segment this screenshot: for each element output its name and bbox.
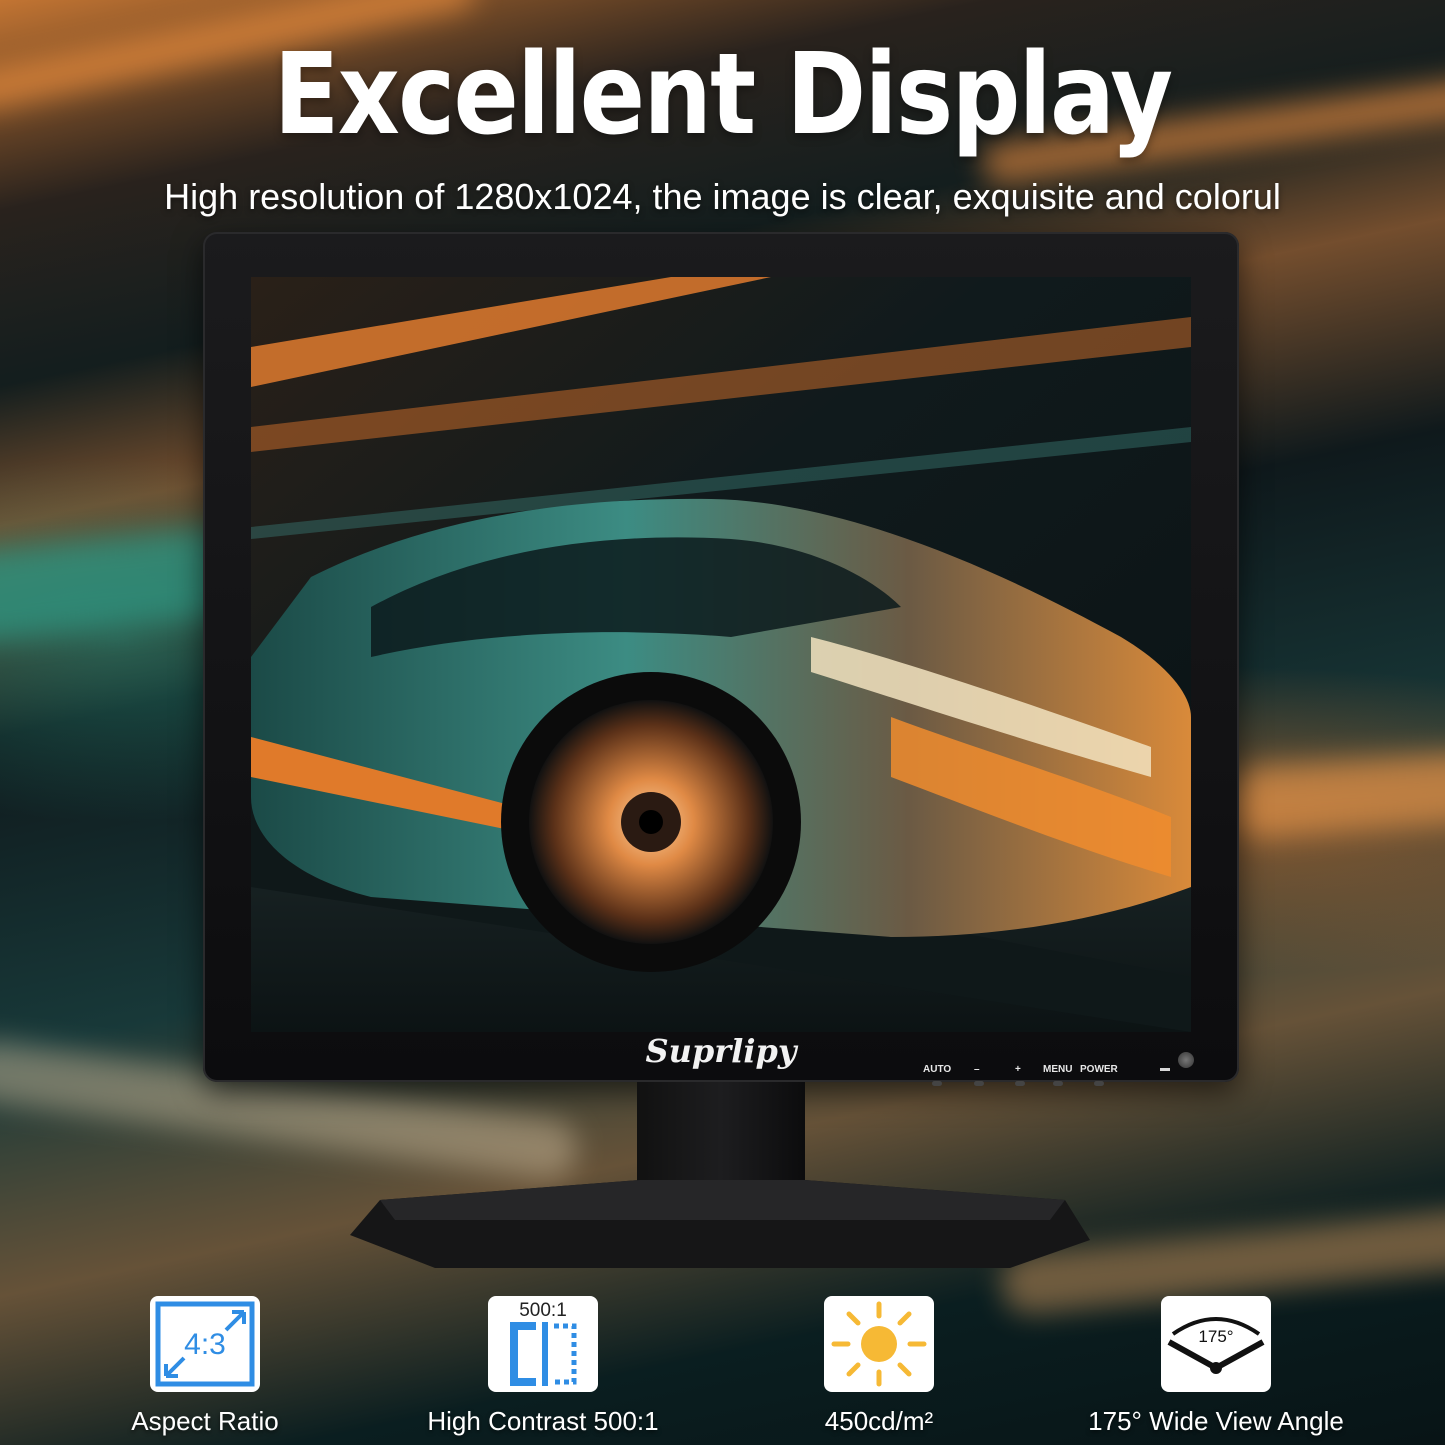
minus-button-label: – <box>974 1064 980 1075</box>
page-title: Excellent Display <box>273 30 1173 160</box>
power-button[interactable]: POWER <box>1080 1064 1118 1086</box>
brightness-sun-icon <box>824 1296 934 1392</box>
feature-view-angle: 175° 175° Wide View Angle <box>1056 1296 1376 1437</box>
minus-button[interactable]: – <box>974 1064 984 1086</box>
aspect-ratio-icon-text: 4:3 <box>184 1328 226 1361</box>
feature-label: 175° Wide View Angle <box>1088 1406 1344 1436</box>
feature-high-contrast: 500:1 High Contrast 500:1 <box>383 1296 703 1437</box>
feature-label: High Contrast 500:1 <box>427 1406 659 1436</box>
view-angle-icon-text: 175° <box>1198 1327 1233 1346</box>
page-subtitle: High resolution of 1280x1024, the image … <box>164 176 1281 217</box>
feature-aspect-ratio: 4:3 Aspect Ratio <box>45 1296 365 1437</box>
sports-car-illustration <box>251 277 1191 1032</box>
menu-button[interactable]: MENU <box>1043 1064 1072 1086</box>
menu-button-label: MENU <box>1043 1064 1073 1075</box>
feature-label: Aspect Ratio <box>131 1406 279 1436</box>
power-indicator-dash <box>1160 1068 1170 1071</box>
feature-label: 450cd/m² <box>824 1406 934 1436</box>
contrast-icon: 500:1 <box>488 1296 598 1392</box>
monitor-stand-base <box>350 1180 1090 1268</box>
plus-button-label: + <box>1015 1064 1021 1075</box>
feature-brightness: 450cd/m² <box>719 1296 1039 1437</box>
plus-button[interactable]: + <box>1015 1064 1025 1086</box>
contrast-icon-text: 500:1 <box>519 1300 567 1321</box>
auto-button-label: AUTO <box>923 1064 952 1075</box>
auto-button[interactable]: AUTO <box>923 1064 951 1086</box>
aspect-ratio-icon: 4:3 <box>150 1296 260 1392</box>
screen-image-sports-car <box>251 277 1191 1032</box>
view-angle-icon: 175° <box>1161 1296 1271 1392</box>
power-led-icon <box>1178 1052 1194 1068</box>
monitor: Suprlipy AUTO – + MENU POWER <box>203 232 1239 1086</box>
power-button-label: POWER <box>1080 1064 1118 1075</box>
